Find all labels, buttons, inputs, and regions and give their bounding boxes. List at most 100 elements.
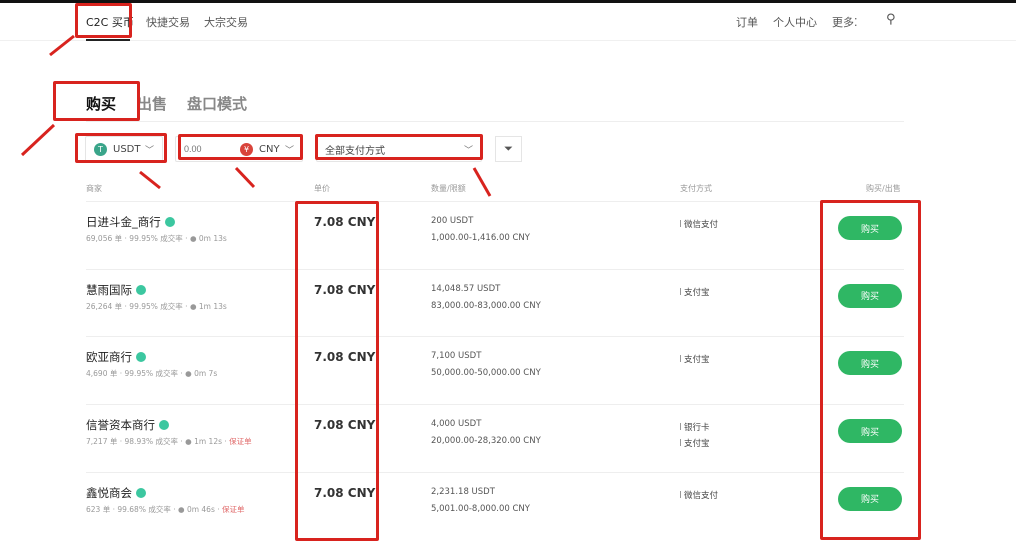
arrow	[20, 123, 56, 157]
filter-icon: ⏷	[504, 142, 513, 155]
nav-c2c[interactable]: C2C 买币	[86, 14, 134, 30]
completion-rate: 99.68% 成交率	[117, 504, 171, 514]
quantity: 4,000 USDT	[431, 419, 482, 430]
buy-button[interactable]: 购买	[838, 283, 902, 308]
completion-rate: 99.95% 成交率	[129, 234, 183, 243]
verified-icon	[164, 217, 175, 227]
limit: 50,000.00-50,000.00 CNY	[431, 368, 541, 379]
search-icon[interactable]: ⚲	[886, 12, 896, 27]
tab-buy[interactable]: 购买	[86, 93, 116, 114]
crypto-value: USDT	[113, 143, 141, 155]
merchant-row: 鑫悦商会 623 单 · 99.68% 成交率 · ● 0m 46s · 保证单…	[86, 471, 904, 540]
top-nav: C2C 买币 快捷交易 大宗交易 订单 个人中心 更多⁚ ⚲	[0, 3, 1016, 41]
merchant-name-text: 日进斗金_商行	[86, 215, 161, 229]
buy-button[interactable]: 购买	[838, 216, 902, 240]
order-count: 26,264 单	[86, 301, 123, 311]
merchant-row: 慧雨国际 26,264 单 · 99.95% 成交率 · ● 1m 13s 7.…	[86, 268, 904, 337]
nav-orders[interactable]: 订单	[736, 14, 758, 30]
amount-input[interactable]	[184, 144, 234, 154]
verified-icon	[136, 284, 146, 295]
payment-methods: 银行卡 支付宝	[680, 420, 710, 452]
clock-icon: ●	[189, 234, 197, 243]
usdt-icon: T	[94, 142, 107, 156]
payment-method: 微信支付	[680, 488, 718, 504]
unit-price: 7.08 CNY	[314, 418, 376, 433]
tab-sell[interactable]: 出售	[137, 93, 167, 114]
crypto-select[interactable]: T USDT ﹀	[85, 136, 163, 162]
col-merchant: 商家	[86, 184, 102, 193]
buy-button[interactable]: 购买	[838, 419, 902, 444]
fiat-value: CNY	[259, 143, 280, 155]
merchant-name-text: 欧亚商行	[86, 350, 132, 365]
buy-button[interactable]: 购买	[838, 351, 902, 376]
chevron-down-icon: ﹀	[463, 145, 473, 156]
verified-icon	[159, 420, 169, 431]
filter-button[interactable]: ⏷	[495, 136, 522, 162]
merchant-stats: 623 单 · 99.68% 成交率 · ● 0m 46s · 保证单	[86, 504, 245, 514]
release-time: 0m 7s	[194, 369, 218, 379]
merchant-row: 日进斗金_商行 69,056 单 · 99.95% 成交率 · ● 0m 13s…	[86, 201, 904, 269]
more-dots-icon: ⁚	[854, 16, 858, 29]
chevron-down-icon: ﹀	[284, 145, 294, 156]
release-time: 0m 13s	[198, 234, 227, 243]
release-time: 1m 13s	[198, 301, 227, 311]
quantity: 200 USDT	[431, 216, 474, 226]
payment-method: 银行卡	[680, 420, 710, 436]
chevron-down-icon: ﹀	[144, 145, 154, 156]
col-payment: 支付方式	[680, 184, 712, 193]
merchant-name-text: 鑫悦商会	[86, 485, 132, 500]
merchant-name[interactable]: 信誉资本商行	[86, 417, 169, 433]
merchant-name[interactable]: 欧亚商行	[86, 349, 146, 365]
completion-rate: 99.95% 成交率	[129, 301, 183, 311]
merchant-stats: 26,264 单 · 99.95% 成交率 · ● 1m 13s	[86, 301, 227, 311]
deposit-badge: 保证单	[229, 437, 252, 447]
nav-quick-trade[interactable]: 快捷交易	[146, 14, 190, 30]
nav-active-underline	[86, 39, 130, 41]
merchant-name[interactable]: 日进斗金_商行	[86, 214, 175, 230]
merchant-stats: 69,056 单 · 99.95% 成交率 · ● 0m 13s	[86, 234, 227, 243]
merchant-name[interactable]: 鑫悦商会	[86, 485, 146, 501]
merchant-name-text: 信誉资本商行	[86, 418, 155, 433]
nav-more-label: 更多	[832, 16, 854, 29]
merchant-row: 信誉资本商行 7,217 单 · 98.93% 成交率 · ● 1m 12s ·…	[86, 404, 904, 472]
buy-button[interactable]: 购买	[838, 486, 902, 511]
clock-icon: ●	[189, 301, 197, 311]
col-action: 购买/出售	[866, 184, 901, 193]
nav-block-trade[interactable]: 大宗交易	[204, 14, 248, 30]
payment-method: 微信支付	[680, 217, 718, 233]
unit-price: 7.08 CNY	[314, 350, 376, 365]
clock-icon: ●	[178, 504, 185, 514]
arrow	[139, 170, 161, 190]
merchant-row: 欧亚商行 4,690 单 · 99.95% 成交率 · ● 0m 7s 7.08…	[86, 336, 904, 404]
verified-icon	[136, 487, 146, 498]
unit-price: 7.08 CNY	[314, 282, 376, 297]
release-time: 1m 12s	[194, 437, 223, 447]
limit: 83,000.00-83,000.00 CNY	[431, 300, 541, 311]
release-time: 0m 46s	[186, 504, 215, 514]
order-count: 69,056 单	[86, 234, 123, 243]
nav-more[interactable]: 更多⁚	[832, 14, 858, 30]
limit: 5,001.00-8,000.00 CNY	[431, 503, 530, 514]
limit: 1,000.00-1,416.00 CNY	[431, 233, 530, 243]
deposit-badge: 保证单	[222, 504, 245, 514]
quantity: 14,048.57 USDT	[431, 283, 501, 294]
payment-methods: 支付宝	[680, 352, 710, 368]
merchant-stats: 7,217 单 · 98.93% 成交率 · ● 1m 12s · 保证单	[86, 437, 252, 447]
arrow	[234, 166, 256, 189]
clock-icon: ●	[185, 369, 192, 379]
unit-price: 7.08 CNY	[314, 215, 376, 229]
payment-method: 支付宝	[680, 352, 710, 368]
verified-icon	[136, 352, 146, 363]
payment-select[interactable]: 全部支付方式 ﹀	[316, 136, 482, 162]
amount-fiat-input[interactable]: ¥ CNY ﹀	[175, 136, 303, 162]
payment-methods: 微信支付	[680, 217, 718, 233]
payment-value: 全部支付方式	[325, 145, 385, 157]
payment-methods: 微信支付	[680, 488, 718, 504]
nav-profile[interactable]: 个人中心	[773, 14, 817, 30]
order-count: 7,217 单	[86, 437, 118, 447]
quantity: 7,100 USDT	[431, 351, 482, 362]
merchant-name[interactable]: 慧雨国际	[86, 282, 146, 298]
quantity: 2,231.18 USDT	[431, 486, 495, 497]
tabs-divider	[86, 121, 904, 122]
tab-orderbook[interactable]: 盘口模式	[187, 93, 247, 114]
